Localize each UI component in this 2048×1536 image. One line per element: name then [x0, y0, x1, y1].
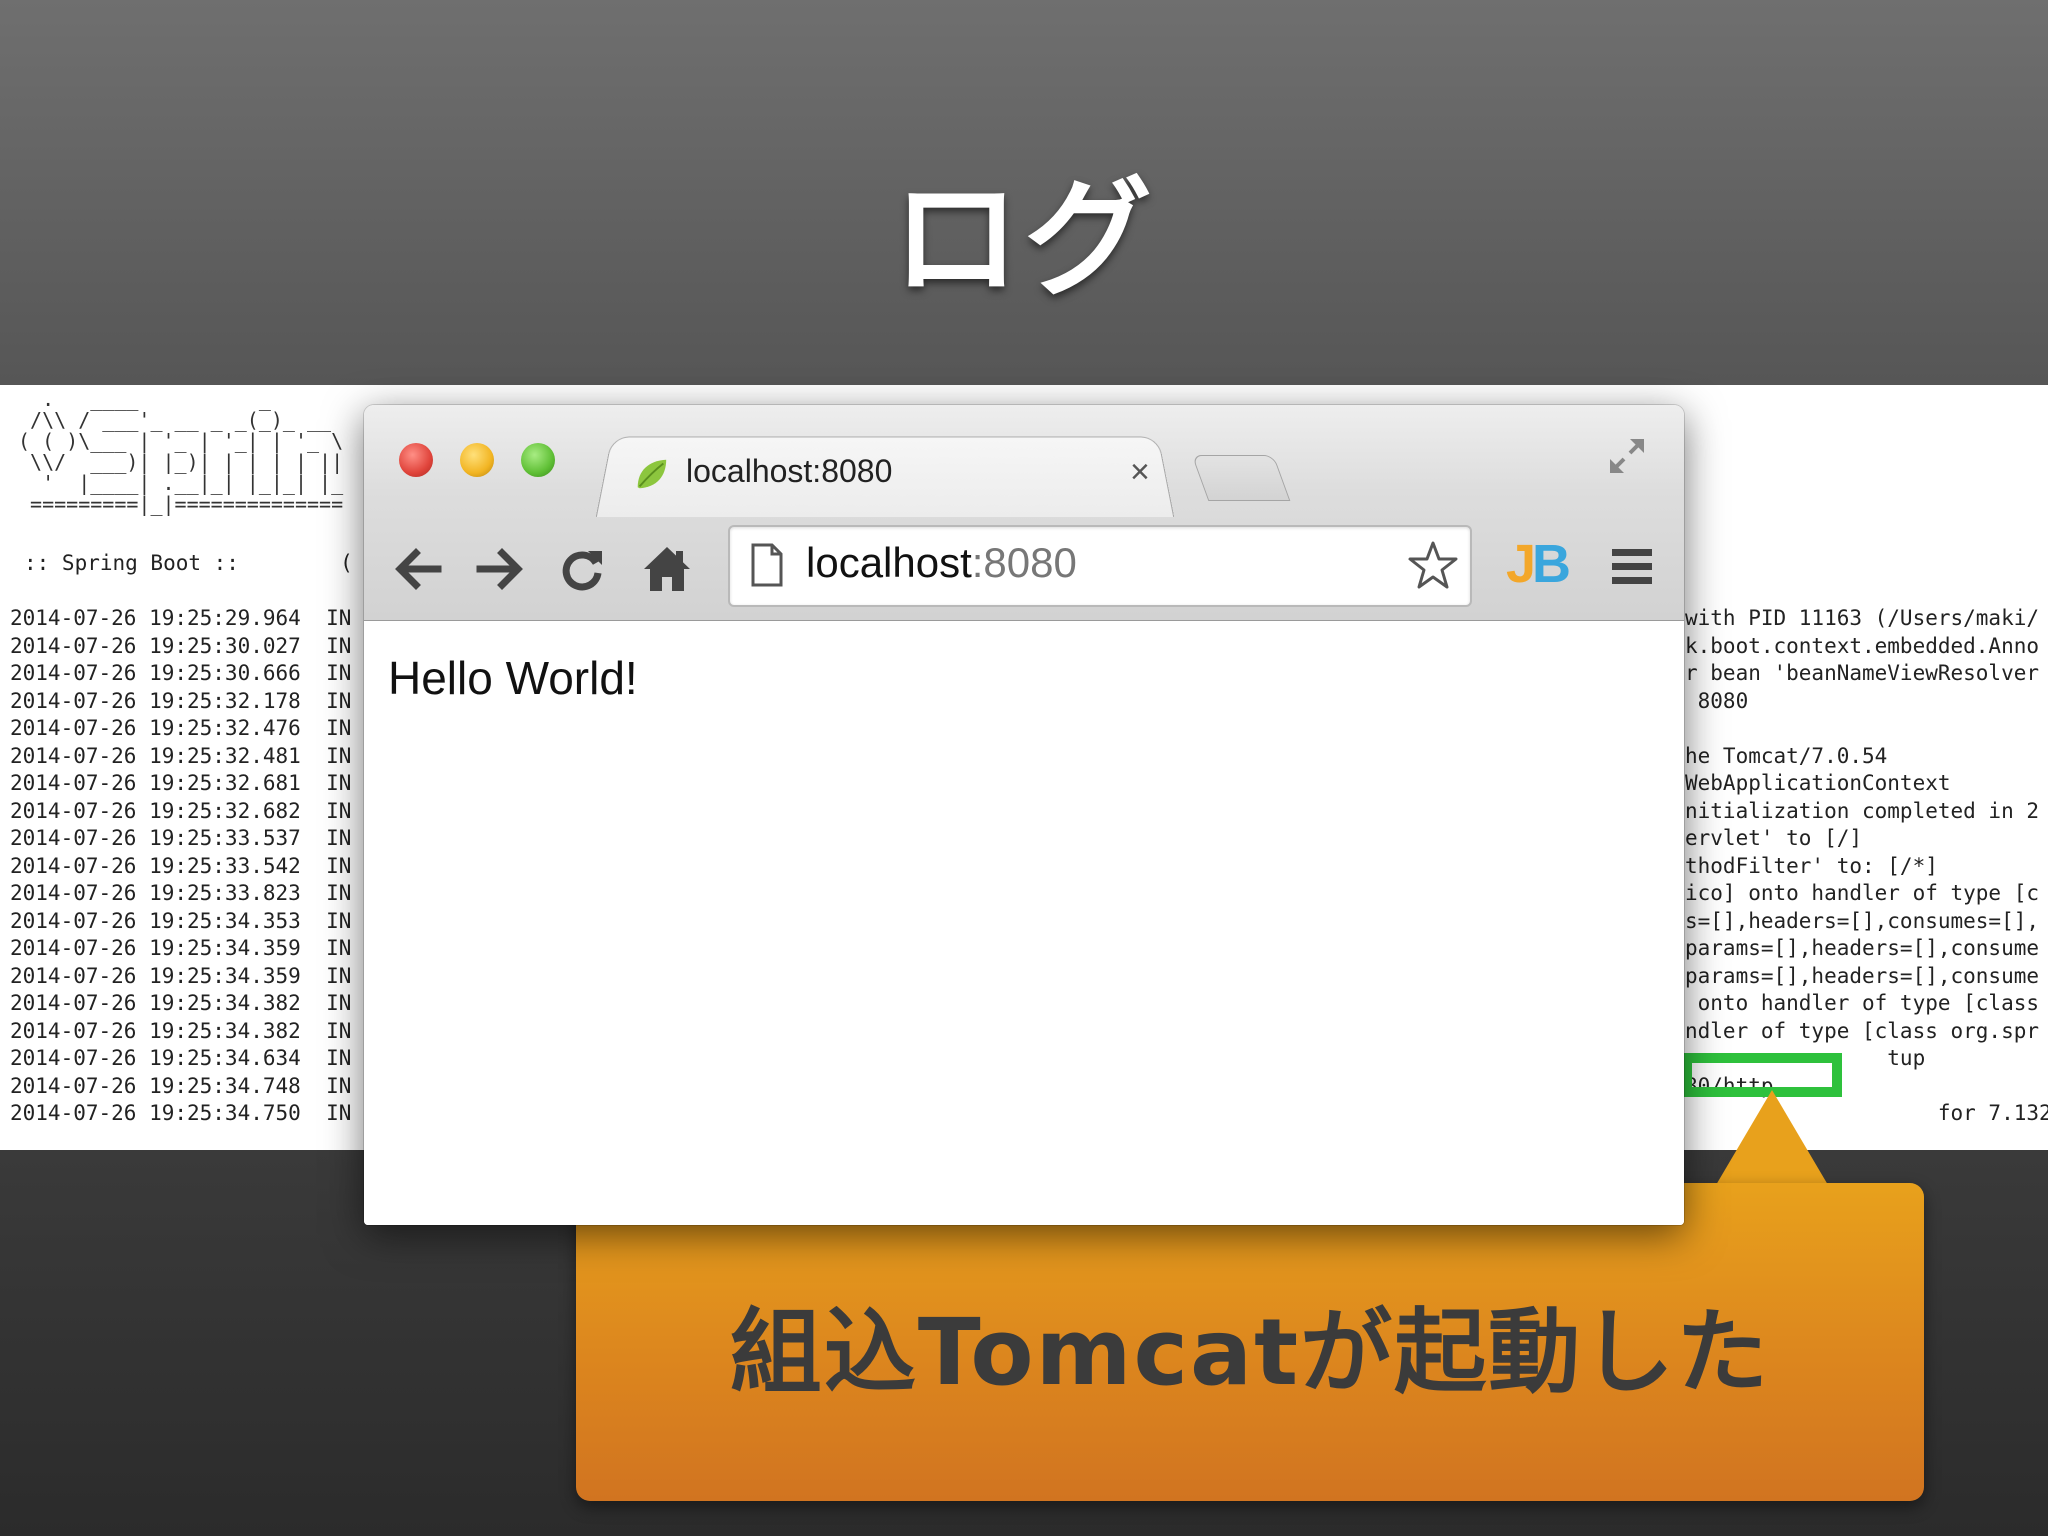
- right-log-line: ervlet' to [/]: [1685, 826, 1863, 850]
- right-log-line: ico] onto handler of type [c: [1685, 881, 2040, 905]
- left-log-line: 2014-07-26 19:25:34.359 IN: [10, 936, 352, 960]
- left-log-line: 2014-07-26 19:25:34.750 IN: [10, 1101, 352, 1125]
- bookmark-star-icon[interactable]: [1406, 539, 1460, 593]
- spring-leaf-icon: [637, 459, 667, 489]
- browser-toolbar: localhost:8080 × localhost:8080 JB: [364, 405, 1684, 621]
- right-log-line: r bean 'beanNameViewResolver: [1685, 661, 2040, 685]
- right-log-line: [1685, 715, 2048, 743]
- spring-ascii-banner: . ____ _ /\\ / ___'_ __ _ _(_)_ __ ( ( )…: [18, 387, 344, 516]
- url-host: localhost: [806, 539, 972, 586]
- page-content: Hello World!: [364, 621, 1684, 1225]
- left-log-line: 2014-07-26 19:25:33.537 IN: [10, 826, 352, 850]
- url-port: :8080: [971, 539, 1077, 586]
- left-log-line: 2014-07-26 19:25:34.382 IN: [10, 991, 352, 1015]
- left-log-line: 2014-07-26 19:25:32.476 IN: [10, 716, 352, 740]
- url-text[interactable]: localhost:8080: [806, 539, 1077, 587]
- back-arrow-icon[interactable]: [392, 543, 444, 595]
- slide-title: ログ: [891, 165, 1156, 314]
- spring-boot-label: :: Spring Boot :: (: [24, 551, 353, 575]
- home-icon[interactable]: [642, 543, 692, 595]
- fullscreen-icon[interactable]: [1604, 433, 1650, 479]
- left-log-line: 2014-07-26 19:25:33.542 IN: [10, 853, 352, 878]
- left-log-line: 2014-07-26 19:25:32.682 IN: [10, 798, 352, 823]
- jb-extension-icon[interactable]: JB: [1506, 533, 1571, 595]
- minimize-window-icon[interactable]: [460, 443, 494, 477]
- right-log-line: 8080: [1685, 688, 1749, 713]
- left-log-line: 2014-07-26 19:25:32.681 IN: [10, 771, 352, 795]
- left-log-line: 2014-07-26 19:25:34.353 IN: [10, 908, 352, 933]
- right-log-line: ndler of type [class org.spr: [1685, 1018, 2040, 1043]
- right-log-line: WebApplicationContext: [1685, 771, 1951, 795]
- forward-arrow-icon[interactable]: [474, 543, 526, 595]
- new-tab-button[interactable]: [1191, 455, 1291, 501]
- reload-icon[interactable]: [556, 543, 608, 595]
- log-lines-right: with PID 11163 (/Users/maki/k.boot.conte…: [1685, 605, 2048, 1128]
- jb-j: J: [1506, 534, 1536, 594]
- left-log-line: 2014-07-26 19:25:32.178 IN: [10, 688, 352, 713]
- right-log-line: s=[],headers=[],consumes=[],: [1685, 908, 2040, 933]
- browser-window: localhost:8080 × localhost:8080 JB Hello…: [364, 405, 1684, 1225]
- page-icon: [751, 543, 783, 587]
- right-log-line: onto handler of type [class: [1685, 991, 2040, 1015]
- left-log-line: 2014-07-26 19:25:34.359 IN: [10, 963, 352, 988]
- hello-world-text: Hello World!: [388, 652, 638, 704]
- left-log-line: 2014-07-26 19:25:29.964 IN: [10, 606, 352, 630]
- left-log-line: 2014-07-26 19:25:34.634 IN: [10, 1046, 352, 1070]
- right-log-line: k.boot.context.embedded.Anno: [1685, 633, 2040, 658]
- jb-b: B: [1532, 534, 1571, 594]
- callout-pointer: [1716, 1090, 1828, 1185]
- left-log-line: 2014-07-26 19:25:33.823 IN: [10, 881, 352, 905]
- menu-icon[interactable]: [1610, 545, 1654, 589]
- tab-close-icon[interactable]: ×: [1130, 453, 1150, 492]
- callout-text: 組込Tomcatが起動した: [729, 1299, 1771, 1406]
- right-log-line: nitialization completed in 2: [1685, 798, 2040, 823]
- address-bar[interactable]: localhost:8080: [728, 525, 1472, 607]
- maximize-window-icon[interactable]: [521, 443, 555, 477]
- right-log-line: thodFilter' to: [/*]: [1685, 853, 1938, 878]
- right-log-line: with PID 11163 (/Users/maki/: [1685, 606, 2040, 630]
- left-log-line: 2014-07-26 19:25:34.748 IN: [10, 1073, 352, 1098]
- callout-box: 組込Tomcatが起動した: [576, 1183, 1924, 1501]
- right-log-line: he Tomcat/7.0.54: [1685, 743, 1888, 768]
- close-window-icon[interactable]: [399, 443, 433, 477]
- right-log-line: params=[],headers=[],consume: [1685, 963, 2040, 988]
- left-log-line: 2014-07-26 19:25:30.666 IN: [10, 661, 352, 685]
- left-log-line: 2014-07-26 19:25:32.481 IN: [10, 743, 352, 768]
- log-lines-left: 2014-07-26 19:25:29.964 IN 2014-07-26 19:…: [10, 605, 351, 1128]
- left-log-line: 2014-07-26 19:25:34.382 IN: [10, 1018, 352, 1043]
- left-log-line: 2014-07-26 19:25:30.027 IN: [10, 633, 352, 658]
- right-log-line: params=[],headers=[],consume: [1685, 936, 2040, 960]
- tab-title: localhost:8080: [686, 453, 893, 489]
